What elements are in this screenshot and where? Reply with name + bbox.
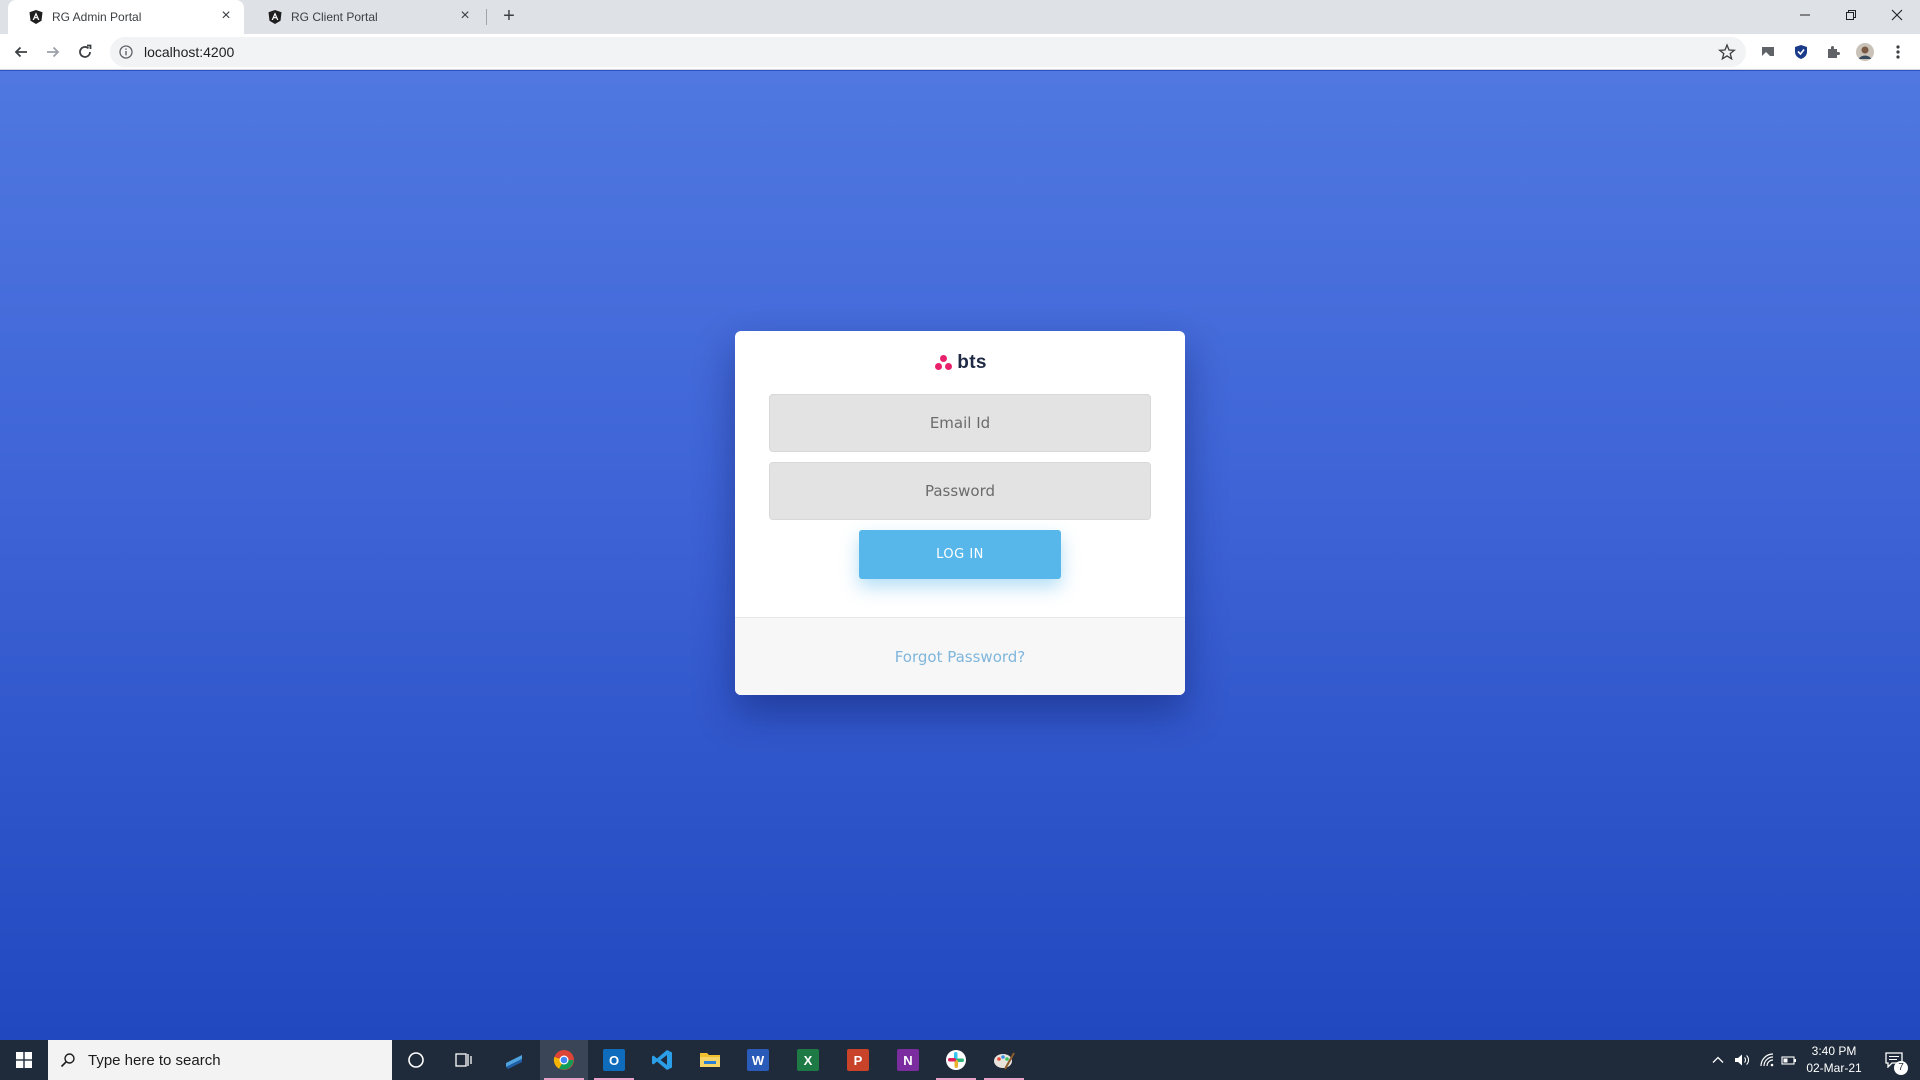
close-tab-icon[interactable]: ×	[457, 8, 473, 25]
menu-icon	[1896, 45, 1900, 59]
close-window-icon	[1891, 9, 1903, 21]
logo-text: bts	[957, 352, 987, 373]
chevron-up-icon	[1712, 1056, 1724, 1063]
login-card-footer: Forgot Password?	[735, 617, 1185, 695]
battery-icon	[1781, 1056, 1796, 1065]
back-button[interactable]	[7, 38, 35, 66]
clock-time: 3:40 PM	[1811, 1044, 1857, 1058]
taskbar-search-box[interactable]: Type here to search	[48, 1040, 392, 1080]
email-field[interactable]	[769, 394, 1151, 452]
search-placeholder: Type here to search	[88, 1051, 221, 1069]
extensions-icon[interactable]	[1823, 42, 1843, 62]
app-icon[interactable]	[490, 1040, 538, 1080]
menu-button[interactable]	[1888, 42, 1908, 62]
close-tab-icon[interactable]: ×	[218, 8, 234, 25]
angular-icon	[267, 9, 283, 25]
slack-icon[interactable]	[932, 1040, 980, 1080]
chrome-icon[interactable]	[540, 1040, 588, 1080]
reload-icon	[79, 44, 92, 58]
action-center-button[interactable]: 7	[1874, 1040, 1914, 1080]
tab-title: RG Client Portal	[291, 10, 378, 24]
task-view-icon[interactable]	[440, 1040, 488, 1080]
tab-separator	[486, 9, 487, 25]
wifi-icon	[1760, 1053, 1774, 1067]
clock-date: 02-Mar-21	[1806, 1061, 1862, 1075]
tab-rg-admin-portal[interactable]: RG Admin Portal ×	[8, 0, 244, 34]
bts-logo: bts	[735, 351, 1185, 373]
page-background: bts LOG IN Forgot Password?	[0, 71, 1920, 1040]
show-hidden-icons-button[interactable]	[1706, 1040, 1730, 1080]
tab-title: RG Admin Portal	[52, 10, 142, 24]
file-explorer-icon[interactable]	[686, 1040, 734, 1080]
excel-icon[interactable]: X	[784, 1040, 832, 1080]
star-icon[interactable]	[1717, 43, 1737, 61]
notification-count-badge: 7	[1894, 1061, 1908, 1075]
password-field[interactable]	[769, 462, 1151, 520]
cortana-icon[interactable]	[392, 1040, 440, 1080]
forward-button[interactable]	[39, 38, 67, 66]
close-window-button[interactable]	[1874, 0, 1920, 30]
taskbar-clock[interactable]: 3:40 PM 02-Mar-21	[1796, 1043, 1872, 1077]
login-card: bts LOG IN Forgot Password?	[735, 331, 1185, 695]
volume-button[interactable]	[1730, 1040, 1754, 1080]
browser-toolbar: localhost:4200	[0, 34, 1920, 70]
restore-button[interactable]	[1828, 0, 1874, 30]
volume-icon	[1735, 1054, 1749, 1066]
minimize-button[interactable]	[1782, 0, 1828, 30]
word-letter: W	[747, 1049, 769, 1071]
onenote-letter: N	[897, 1049, 919, 1071]
avatar[interactable]	[1855, 42, 1875, 62]
cast-extension-icon[interactable]	[1758, 42, 1778, 62]
back-icon	[14, 46, 27, 58]
excel-letter: X	[797, 1049, 819, 1071]
logo-dots-icon	[933, 353, 955, 373]
search-icon	[60, 1052, 76, 1068]
onenote-icon[interactable]: N	[884, 1040, 932, 1080]
outlook-letter: O	[603, 1049, 625, 1071]
windows-taskbar: Type here to search O W X P N 3:40 PM 02…	[0, 1040, 1920, 1080]
login-button[interactable]: LOG IN	[859, 530, 1061, 579]
forward-icon	[47, 46, 60, 58]
vscode-icon[interactable]	[638, 1040, 686, 1080]
browser-tabstrip: RG Admin Portal × RG Client Portal × +	[0, 0, 1920, 34]
address-bar[interactable]: localhost:4200	[110, 37, 1746, 67]
address-text: localhost:4200	[144, 44, 235, 60]
paint-icon[interactable]	[980, 1040, 1028, 1080]
network-button[interactable]	[1755, 1040, 1779, 1080]
outlook-icon[interactable]: O	[590, 1040, 638, 1080]
powerpoint-letter: P	[847, 1049, 869, 1071]
reload-button[interactable]	[71, 38, 99, 66]
info-icon[interactable]	[118, 44, 134, 60]
new-tab-button[interactable]: +	[498, 6, 520, 28]
minimize-icon	[1800, 14, 1810, 16]
forgot-password-link[interactable]: Forgot Password?	[895, 648, 1026, 666]
shield-extension-icon[interactable]	[1791, 42, 1811, 62]
angular-icon	[28, 9, 44, 25]
windows-icon	[16, 1052, 32, 1068]
start-button[interactable]	[0, 1040, 48, 1080]
restore-icon	[1846, 10, 1856, 20]
tab-rg-client-portal[interactable]: RG Client Portal ×	[247, 0, 483, 34]
word-icon[interactable]: W	[734, 1040, 782, 1080]
powerpoint-icon[interactable]: P	[834, 1040, 882, 1080]
